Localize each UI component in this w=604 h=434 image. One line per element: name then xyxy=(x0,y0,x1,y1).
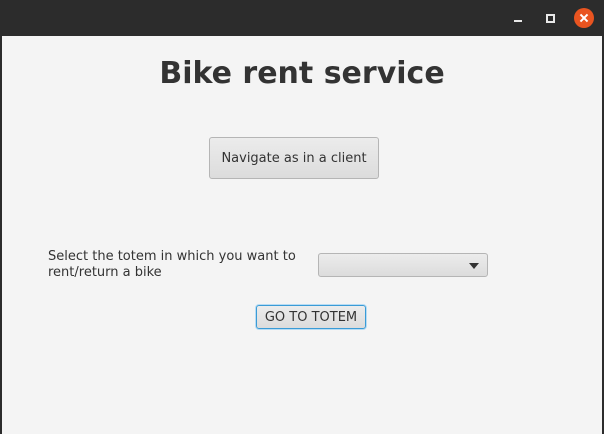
navigate-as-client-button[interactable]: Navigate as in a client xyxy=(209,137,379,179)
close-icon xyxy=(574,8,594,28)
minimize-button[interactable] xyxy=(507,7,529,29)
totem-select-label: Select the totem in which you want to re… xyxy=(48,249,296,280)
app-window: Bike rent service Navigate as in a clien… xyxy=(0,0,604,434)
totem-select[interactable] xyxy=(318,253,488,277)
go-to-totem-button[interactable]: GO TO TOTEM xyxy=(256,305,366,329)
minimize-icon xyxy=(514,20,522,22)
chevron-down-icon xyxy=(469,263,479,269)
page-title: Bike rent service xyxy=(159,56,445,91)
close-button[interactable] xyxy=(573,7,595,29)
title-bar[interactable] xyxy=(0,0,604,36)
maximize-icon xyxy=(545,13,555,23)
main-content: Bike rent service Navigate as in a clien… xyxy=(2,36,602,434)
maximize-button[interactable] xyxy=(539,7,561,29)
